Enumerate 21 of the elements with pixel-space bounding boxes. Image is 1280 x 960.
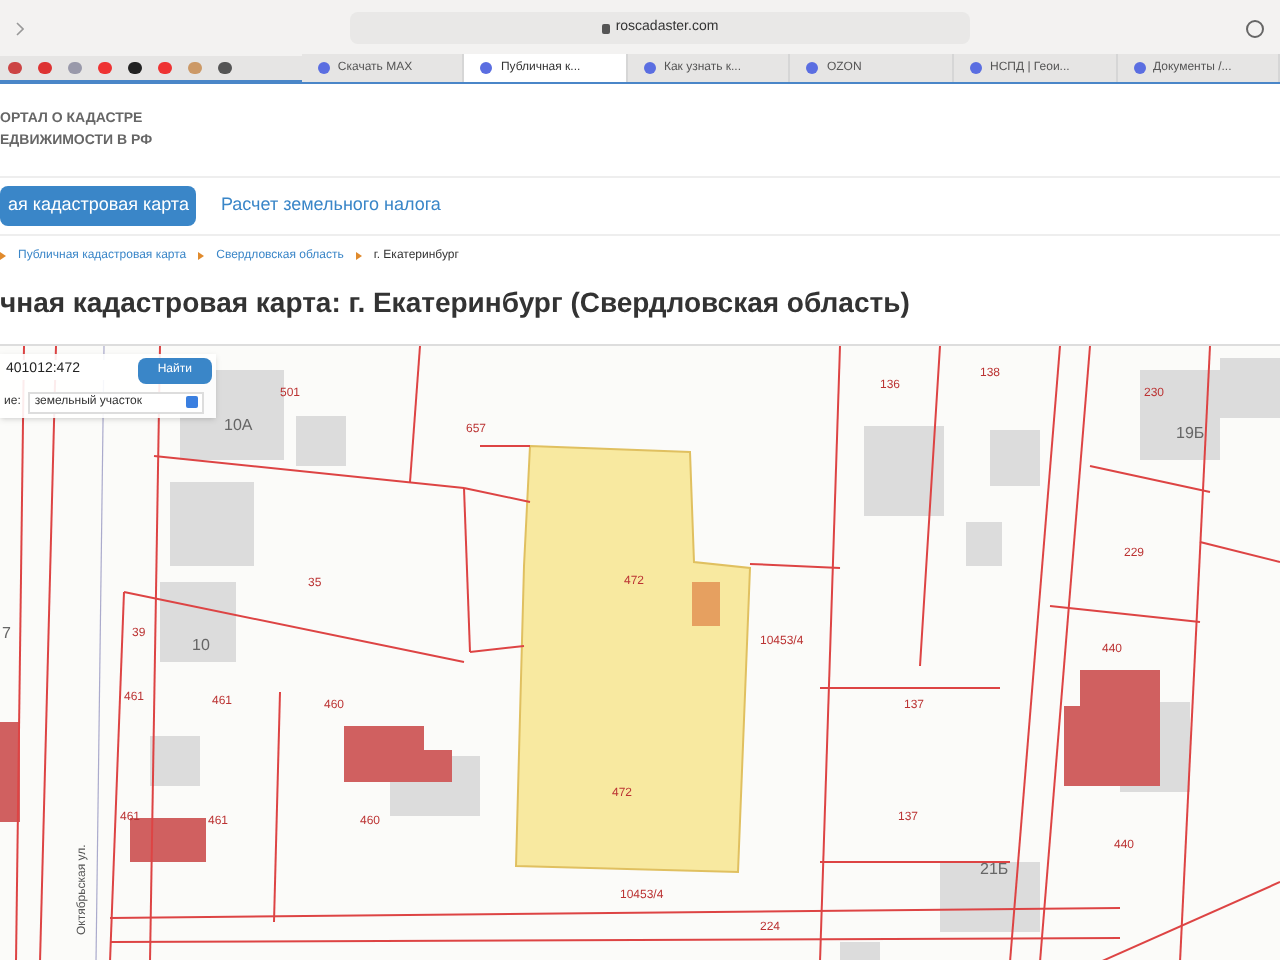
house-number: 10: [192, 633, 210, 657]
breadcrumb-arrow-icon: [355, 252, 362, 260]
nav-tab[interactable]: ая кадастровая карта: [0, 186, 197, 225]
nav-tab[interactable]: Расчет земельного налога: [212, 186, 449, 225]
lock-icon: [601, 23, 610, 33]
house-number: 10А: [224, 413, 253, 437]
house-number: 19Б: [1176, 421, 1205, 445]
page-title: чная кадастровая карта: г. Екатеринбург (Свердловская область): [0, 283, 912, 322]
forward-icon[interactable]: [16, 21, 24, 35]
house-number: 21Б: [980, 857, 1009, 881]
pinned-tab-icon[interactable]: [128, 62, 142, 74]
site-icon: [1133, 62, 1145, 74]
site-icon: [643, 62, 656, 74]
breadcrumb-arrow-icon: [0, 252, 6, 260]
house-number: 7: [2, 621, 11, 645]
site-icon: [480, 62, 493, 74]
site-icon: [806, 62, 819, 74]
site-icon: [317, 62, 330, 74]
site-icon: [969, 62, 982, 74]
pinned-tab-icon[interactable]: [218, 62, 232, 74]
breadcrumb-arrow-icon: [198, 252, 205, 260]
